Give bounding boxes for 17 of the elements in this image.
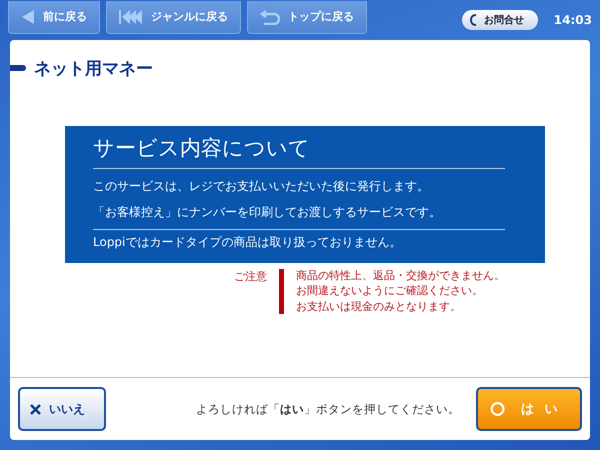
- info-note: Loppiではカードタイプの商品は取り扱っておりません。: [93, 234, 402, 251]
- no-button[interactable]: いいえ: [18, 387, 106, 431]
- caution-text: お支払いは現金のみとなります。: [296, 300, 462, 314]
- caution-text: 商品の特性上、返品・交換ができません。: [296, 269, 505, 284]
- info-text: 「お客様控え」にナンバーを印刷してお渡しするサービスです。: [93, 204, 442, 221]
- info-title: サービス内容について: [93, 134, 505, 169]
- info-text: このサービスは、レジでお支払いいただいた後に発行します。: [93, 178, 430, 195]
- nav-button[interactable]: ジャンルに戻る: [106, 0, 241, 34]
- page-title: ネット用マネー: [34, 58, 153, 80]
- confirm-prompt: よろしければ「はい」ボタンを押してください。: [195, 402, 461, 416]
- yes-button[interactable]: はい: [476, 387, 582, 431]
- nav-button[interactable]: トップに戻る: [247, 0, 367, 34]
- caution-text: お間違えないようにご確認ください。: [296, 284, 484, 299]
- contact-button[interactable]: お問合せ: [462, 10, 538, 30]
- caution-label: ご注意: [234, 269, 267, 285]
- nav-button[interactable]: 前に戻る: [8, 0, 100, 34]
- clock-time: 14:03: [554, 13, 592, 27]
